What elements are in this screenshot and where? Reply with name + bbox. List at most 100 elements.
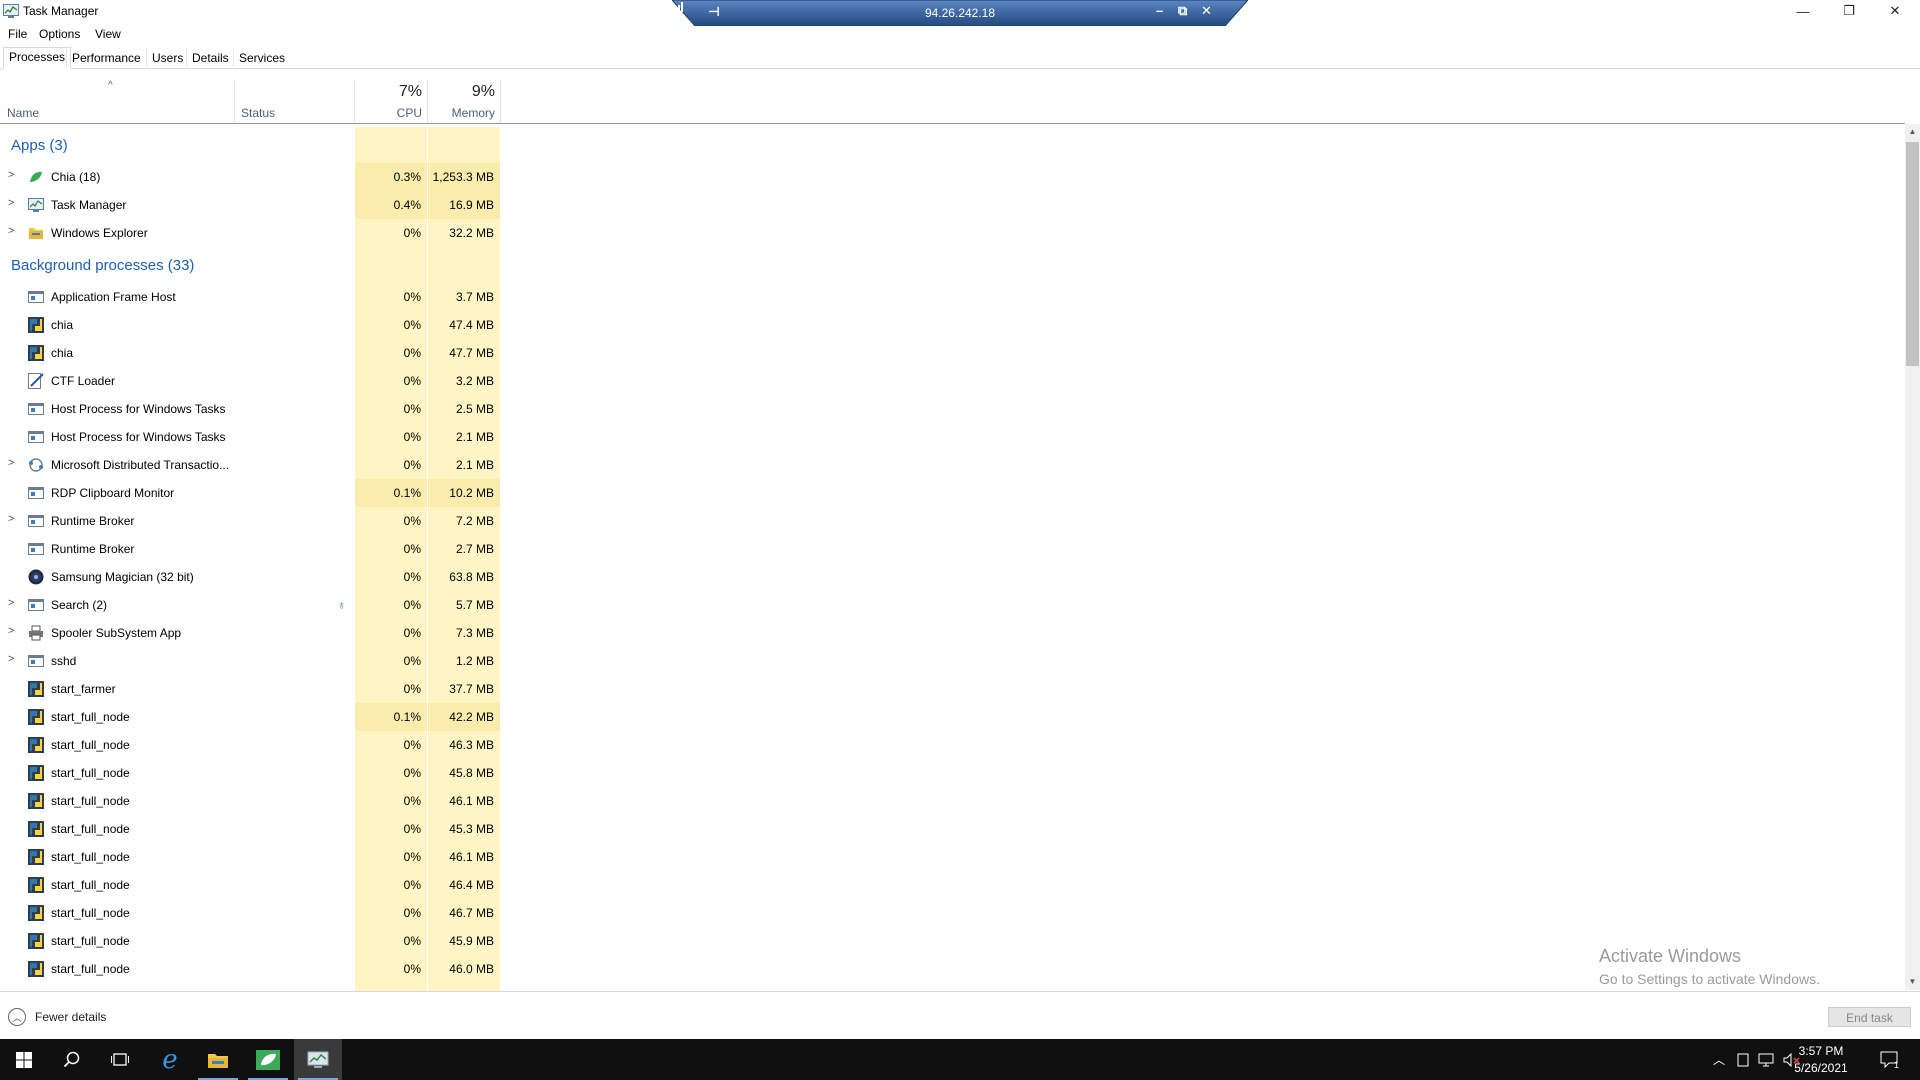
process-cpu: 0.4% <box>355 191 427 219</box>
process-row[interactable]: chia 0% 47.7 MB <box>0 339 1900 367</box>
rdp-minimize-button[interactable]: – <box>1156 3 1163 18</box>
process-row[interactable]: chia 0% 47.4 MB <box>0 311 1900 339</box>
menu-view[interactable]: View <box>95 27 121 41</box>
expand-chevron-icon[interactable]: > <box>8 197 14 209</box>
process-row[interactable]: Samsung Magician (32 bit) 0% 63.8 MB <box>0 563 1900 591</box>
search-icon[interactable] <box>48 1039 96 1080</box>
process-row[interactable]: Application Frame Host 0% 3.7 MB <box>0 283 1900 311</box>
tablet-icon[interactable] <box>1732 1039 1754 1080</box>
process-row[interactable]: start_full_node 0% 46.3 MB <box>0 731 1900 759</box>
python-icon <box>28 737 44 753</box>
column-header-memory[interactable]: 9% Memory <box>428 80 501 124</box>
process-cpu: 0% <box>403 318 421 332</box>
scroll-up-arrow-icon[interactable]: ▲ <box>1905 124 1920 140</box>
process-row[interactable]: Runtime Broker 0% 2.7 MB <box>0 535 1900 563</box>
column-header-name[interactable]: Name <box>0 80 235 124</box>
process-name: Host Process for Windows Tasks <box>51 402 226 416</box>
menu-file[interactable]: File <box>8 27 27 41</box>
expand-chevron-icon[interactable]: > <box>8 597 14 609</box>
tab-services[interactable]: Services <box>233 48 291 67</box>
process-row[interactable]: start_full_node 0% 45.8 MB <box>0 759 1900 787</box>
column-header-status[interactable]: Status <box>235 80 355 124</box>
chevron-up-circle-icon: ︿ <box>8 1008 26 1026</box>
process-row[interactable]: start_full_node 0% 46.4 MB <box>0 871 1900 899</box>
expand-chevron-icon[interactable]: > <box>8 457 14 469</box>
group-header-background[interactable]: Background processes (33) <box>0 247 1900 283</box>
cpu-total-percent: 7% <box>398 83 422 100</box>
process-row[interactable]: start_full_node 0% 46.7 MB <box>0 899 1900 927</box>
expand-chevron-icon[interactable]: > <box>8 513 14 525</box>
group-header-apps[interactable]: Apps (3) <box>0 127 1900 163</box>
process-cpu: 0.1% <box>355 479 427 507</box>
chevron-up-icon[interactable]: ︿ <box>1708 1039 1730 1080</box>
task-view-icon[interactable] <box>96 1039 144 1080</box>
menu-options[interactable]: Options <box>39 27 80 41</box>
process-row[interactable]: RDP Clipboard Monitor 0.1% 10.2 MB <box>0 479 1900 507</box>
file-explorer-icon[interactable] <box>194 1039 242 1080</box>
process-name: start_full_node <box>51 822 130 836</box>
fewer-details-button[interactable]: ︿ Fewer details <box>8 1008 106 1026</box>
restore-button[interactable]: ❐ <box>1826 0 1872 22</box>
process-row[interactable]: > sshd 0% 1.2 MB <box>0 647 1900 675</box>
python-icon <box>28 849 44 865</box>
tab-processes[interactable]: Processes <box>3 47 72 69</box>
process-name: start_full_node <box>51 850 130 864</box>
close-button[interactable]: ✕ <box>1872 0 1918 22</box>
process-row[interactable]: > Search (2) ♁ 0% 5.7 MB <box>0 591 1900 619</box>
windows-start-icon[interactable] <box>0 1039 48 1080</box>
process-name: start_full_node <box>51 738 130 752</box>
rdp-close-button[interactable]: ✕ <box>1201 3 1212 19</box>
process-row[interactable]: start_full_node 0.1% 42.2 MB <box>0 703 1900 731</box>
process-memory: 3.7 MB <box>455 290 494 304</box>
process-memory: 2.1 MB <box>455 458 494 472</box>
process-row[interactable]: > Windows Explorer 0% 32.2 MB <box>0 219 1900 247</box>
end-task-button[interactable]: End task <box>1828 1007 1911 1027</box>
process-row[interactable]: > Chia (18) 0.3% 1,253.3 MB <box>0 163 1900 191</box>
tab-users[interactable]: Users <box>146 48 189 67</box>
process-row[interactable]: CTF Loader 0% 3.2 MB <box>0 367 1900 395</box>
process-row[interactable]: Host Process for Windows Tasks 0% 2.5 MB <box>0 395 1900 423</box>
process-row[interactable]: start_full_node 0% 46.1 MB <box>0 787 1900 815</box>
taskbar: e ︿ 3:57 PM 5/26/2021 1 <box>0 1039 1920 1080</box>
tab-performance[interactable]: Performance <box>66 48 147 67</box>
python-icon <box>28 877 44 893</box>
chia-icon[interactable] <box>244 1039 292 1080</box>
samsung-magician-icon <box>28 569 44 585</box>
process-name: start_full_node <box>51 906 130 920</box>
process-row[interactable]: start_full_node 0% 46.1 MB <box>0 843 1900 871</box>
task-manager-icon <box>28 197 44 213</box>
process-row[interactable]: start_full_node 0% 45.3 MB <box>0 815 1900 843</box>
process-row[interactable]: > Spooler SubSystem App 0% 7.3 MB <box>0 619 1900 647</box>
rdp-restore-button[interactable]: ⧉ <box>1178 3 1187 19</box>
expand-chevron-icon[interactable]: > <box>8 625 14 637</box>
task-manager-taskbar-icon[interactable] <box>294 1039 342 1080</box>
process-memory: 46.1 MB <box>449 850 494 864</box>
expand-chevron-icon[interactable]: > <box>8 653 14 665</box>
process-row[interactable]: > Task Manager 0.4% 16.9 MB <box>0 191 1900 219</box>
process-row[interactable]: start_farmer 0% 37.7 MB <box>0 675 1900 703</box>
process-row[interactable]: > Microsoft Distributed Transactio... 0% 2.… <box>0 451 1900 479</box>
expand-chevron-icon[interactable]: > <box>8 225 14 237</box>
notification-center-icon[interactable]: 1 <box>1872 1039 1908 1080</box>
minimize-button[interactable]: — <box>1780 0 1826 22</box>
header-divider <box>0 123 1905 124</box>
tab-details[interactable]: Details <box>186 48 235 67</box>
process-memory: 2.7 MB <box>455 542 494 556</box>
scrollbar-thumb[interactable] <box>1906 142 1919 366</box>
process-cpu: 0% <box>403 570 421 584</box>
scroll-down-arrow-icon[interactable]: ▼ <box>1905 974 1920 990</box>
process-name: sshd <box>51 654 77 668</box>
process-row[interactable]: Host Process for Windows Tasks 0% 2.1 MB <box>0 423 1900 451</box>
process-row[interactable]: > Runtime Broker 0% 7.2 MB <box>0 507 1900 535</box>
column-header-cpu[interactable]: 7% CPU <box>355 80 428 124</box>
vertical-scrollbar[interactable]: ▲ ▼ <box>1905 124 1920 990</box>
python-icon <box>28 317 44 333</box>
process-name: Host Process for Windows Tasks <box>51 430 226 444</box>
system-clock[interactable]: 3:57 PM 5/26/2021 <box>1792 1043 1850 1077</box>
expand-chevron-icon[interactable]: > <box>8 169 14 181</box>
edge-icon[interactable]: e <box>146 1039 194 1080</box>
process-cpu: 0% <box>403 458 421 472</box>
process-name: start_full_node <box>51 934 130 948</box>
process-cpu: 0% <box>403 226 421 240</box>
network-icon[interactable] <box>1755 1039 1779 1080</box>
